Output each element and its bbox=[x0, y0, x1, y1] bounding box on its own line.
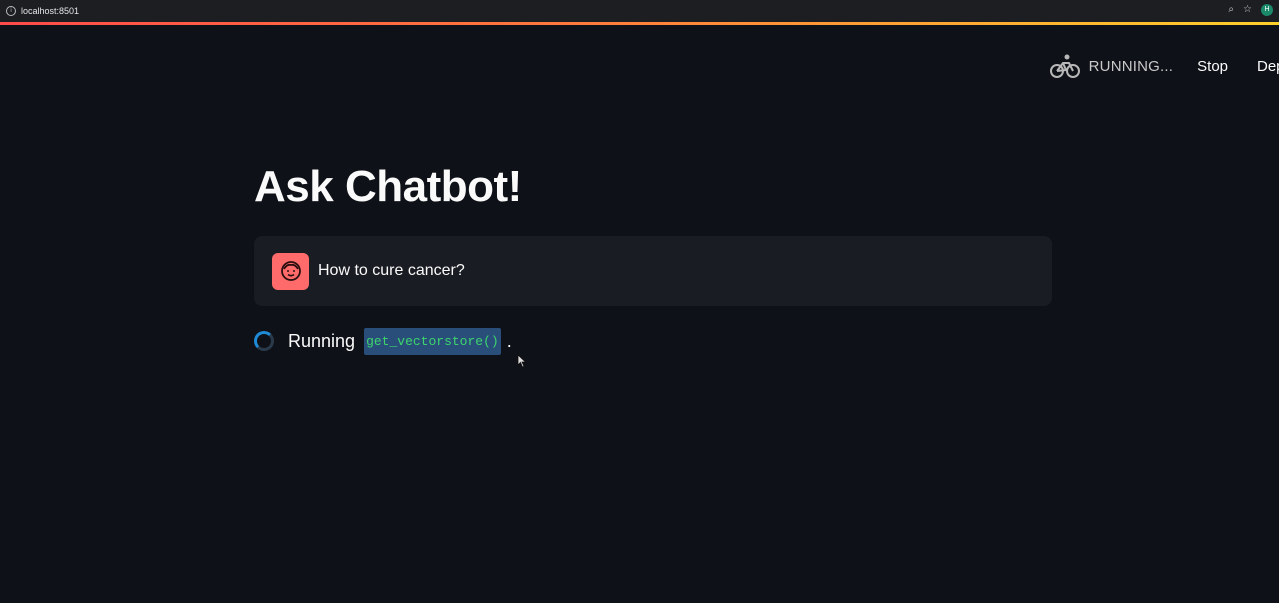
chat-message-user: How to cure cancer? bbox=[254, 236, 1052, 306]
browser-bar: i localhost:8501 ⌕ ☆ H bbox=[0, 0, 1279, 22]
user-face-icon bbox=[280, 261, 301, 281]
bookmark-star-icon[interactable]: ☆ bbox=[1243, 4, 1252, 16]
running-function-code: get_vectorstore() bbox=[364, 327, 501, 355]
loading-spinner-icon bbox=[254, 331, 274, 351]
running-status-widget: RUNNING... bbox=[1049, 53, 1174, 79]
main-content: Ask Chatbot! How to cure cancer? Running… bbox=[254, 160, 1052, 356]
browser-actions: ⌕ ☆ H bbox=[1228, 4, 1273, 16]
stop-button[interactable]: Stop bbox=[1197, 58, 1228, 75]
profile-avatar[interactable]: H bbox=[1261, 4, 1273, 16]
mouse-cursor-icon bbox=[517, 354, 527, 368]
deploy-button[interactable]: Dep bbox=[1257, 58, 1279, 75]
zoom-icon[interactable]: ⌕ bbox=[1228, 4, 1234, 16]
user-avatar bbox=[272, 252, 309, 290]
address-bar-url[interactable]: localhost:8501 bbox=[21, 6, 79, 16]
header-decoration-bar bbox=[0, 22, 1279, 25]
site-info-icon[interactable]: i bbox=[6, 6, 16, 16]
chat-message-text: How to cure cancer? bbox=[318, 262, 465, 279]
running-status: Running get_vectorstore() . bbox=[254, 326, 1052, 356]
app-toolbar: RUNNING... Stop Dep bbox=[1049, 52, 1279, 80]
bicycle-icon bbox=[1049, 54, 1080, 78]
running-prefix: Running bbox=[288, 330, 356, 351]
status-label: RUNNING... bbox=[1088, 57, 1174, 75]
running-suffix: . bbox=[506, 330, 512, 351]
page-title: Ask Chatbot! bbox=[254, 162, 522, 211]
